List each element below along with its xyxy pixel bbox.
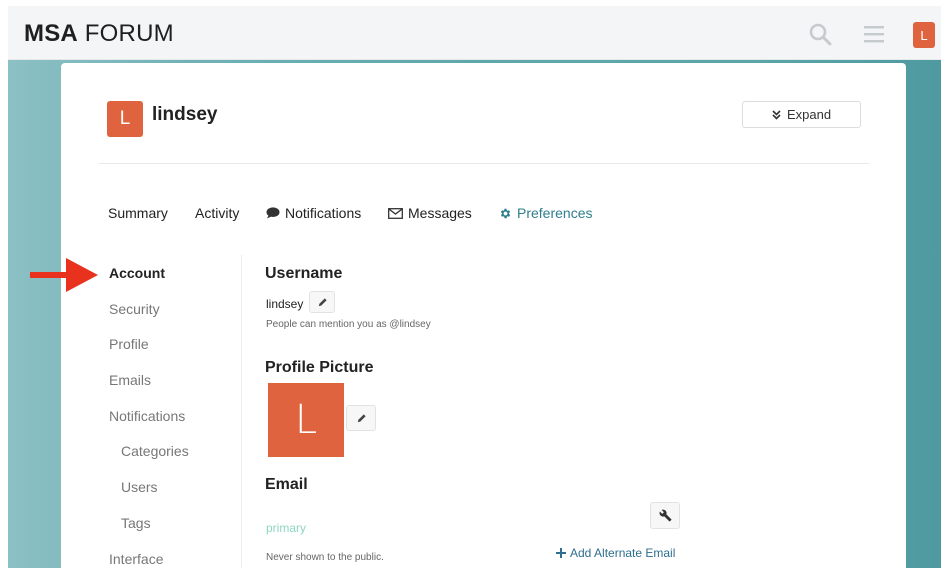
site-logo[interactable]: MSA FORUM (24, 20, 174, 48)
edit-username-button[interactable] (309, 291, 335, 313)
left-margin (0, 0, 8, 568)
expand-button[interactable]: Expand (742, 101, 861, 128)
tab-label: Preferences (517, 205, 593, 221)
email-hint: Never shown to the public. (266, 552, 384, 563)
expand-label: Expand (786, 107, 832, 122)
user-name-heading: lindsey (152, 104, 218, 125)
envelope-icon (388, 207, 403, 219)
nav-account[interactable]: Account (109, 265, 165, 281)
annotation-arrow-icon (30, 258, 98, 292)
profile-picture-heading: Profile Picture (265, 359, 374, 376)
gear-icon (500, 208, 511, 218)
user-avatar[interactable]: L (107, 101, 143, 137)
edit-email-button[interactable] (650, 502, 680, 529)
profile-picture: L (268, 383, 344, 457)
add-email-label: Add Alternate Email (570, 546, 676, 560)
double-chevron-down-icon (772, 109, 781, 120)
header-avatar[interactable]: L (913, 22, 935, 48)
email-heading: Email (265, 476, 308, 493)
nav-tags[interactable]: Tags (121, 515, 151, 531)
hamburger-menu-icon[interactable] (862, 22, 886, 46)
speech-bubble-icon (266, 207, 280, 219)
header-divider (99, 163, 869, 164)
logo-light: FORUM (77, 20, 174, 47)
username-heading: Username (265, 265, 343, 282)
pencil-icon (318, 297, 327, 306)
nav-users[interactable]: Users (121, 479, 158, 495)
plus-icon (556, 548, 566, 558)
tab-preferences[interactable]: Preferences (499, 205, 592, 221)
tab-label: Notifications (285, 205, 362, 221)
nav-interface[interactable]: Interface (109, 551, 163, 567)
tab-activity[interactable]: Activity (195, 205, 239, 221)
nav-notifications[interactable]: Notifications (109, 408, 185, 424)
tab-label: Summary (108, 205, 168, 221)
edit-profile-picture-button[interactable] (346, 405, 376, 431)
username-hint: People can mention you as @lindsey (266, 319, 431, 330)
tab-label: Activity (195, 205, 240, 221)
search-icon[interactable] (808, 22, 832, 46)
email-primary-label: primary (266, 521, 307, 535)
logo-bold: MSA (24, 20, 78, 47)
tab-label: Messages (408, 205, 472, 221)
nav-security[interactable]: Security (109, 301, 160, 317)
wrench-icon (659, 509, 671, 522)
username-value: lindsey (266, 297, 304, 311)
tab-notifications[interactable]: Notifications (266, 205, 361, 221)
pencil-icon (357, 413, 366, 422)
site-header: MSA FORUM L (8, 6, 941, 60)
nav-profile[interactable]: Profile (109, 336, 149, 352)
add-alternate-email-link[interactable]: Add Alternate Email (556, 546, 675, 560)
nav-emails[interactable]: Emails (109, 372, 151, 388)
nav-categories[interactable]: Categories (121, 443, 189, 459)
tab-summary[interactable]: Summary (108, 205, 168, 221)
tab-messages[interactable]: Messages (388, 205, 472, 221)
